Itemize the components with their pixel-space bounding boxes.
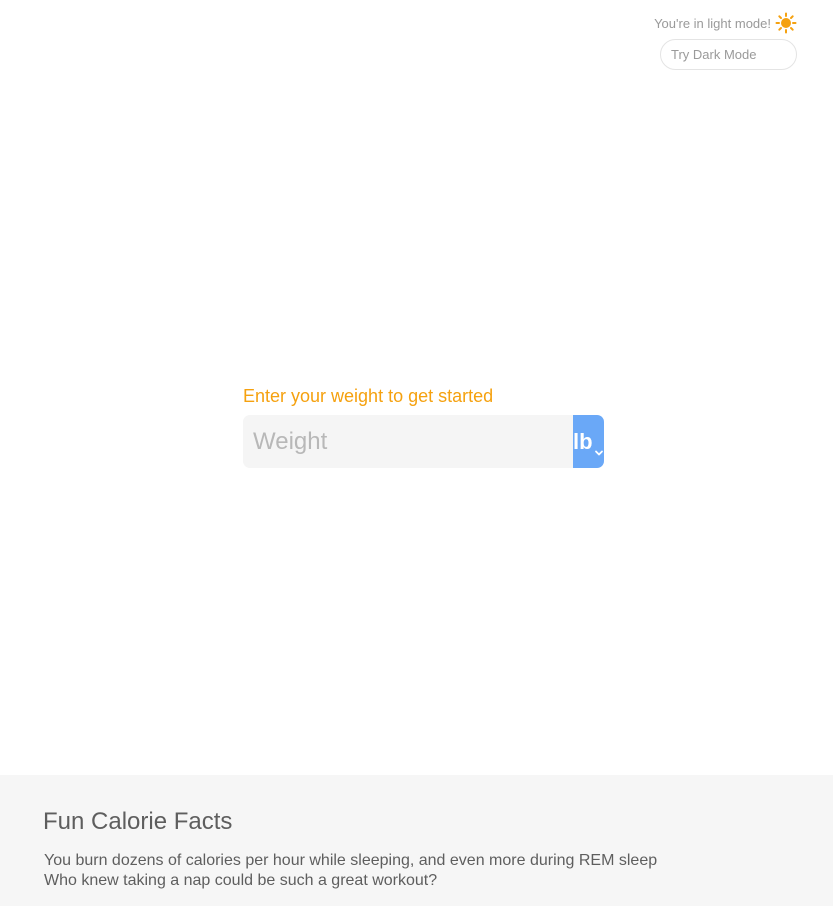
fun-facts-text: You burn dozens of calories per hour whi… [44, 851, 657, 891]
fun-fact-line: You burn dozens of calories per hour whi… [44, 852, 658, 869]
fun-facts-title: Fun Calorie Facts [43, 808, 233, 835]
weight-prompt: Enter your weight to get started [243, 386, 494, 406]
theme-status: You're in light mode! [637, 12, 797, 34]
weight-input-row: lb [243, 415, 604, 468]
fun-fact-line: Who knew taking a nap could be such a gr… [44, 872, 438, 889]
weight-input[interactable] [243, 415, 573, 468]
theme-toggle-area: You're in light mode! Try Dark Mode [637, 12, 797, 70]
try-dark-mode-button[interactable]: Try Dark Mode [660, 39, 797, 70]
unit-select-value: lb [573, 428, 593, 454]
chevron-down-icon [594, 438, 604, 456]
weight-entry: Enter your weight to get started lb [243, 385, 604, 468]
sun-icon [775, 12, 797, 34]
fun-facts-section: Fun Calorie Facts You burn dozens of cal… [0, 775, 833, 906]
unit-select[interactable]: lb [573, 415, 604, 468]
theme-status-text: You're in light mode! [654, 15, 771, 31]
page: You're in light mode! Try Dark Mode Ente… [0, 0, 833, 906]
